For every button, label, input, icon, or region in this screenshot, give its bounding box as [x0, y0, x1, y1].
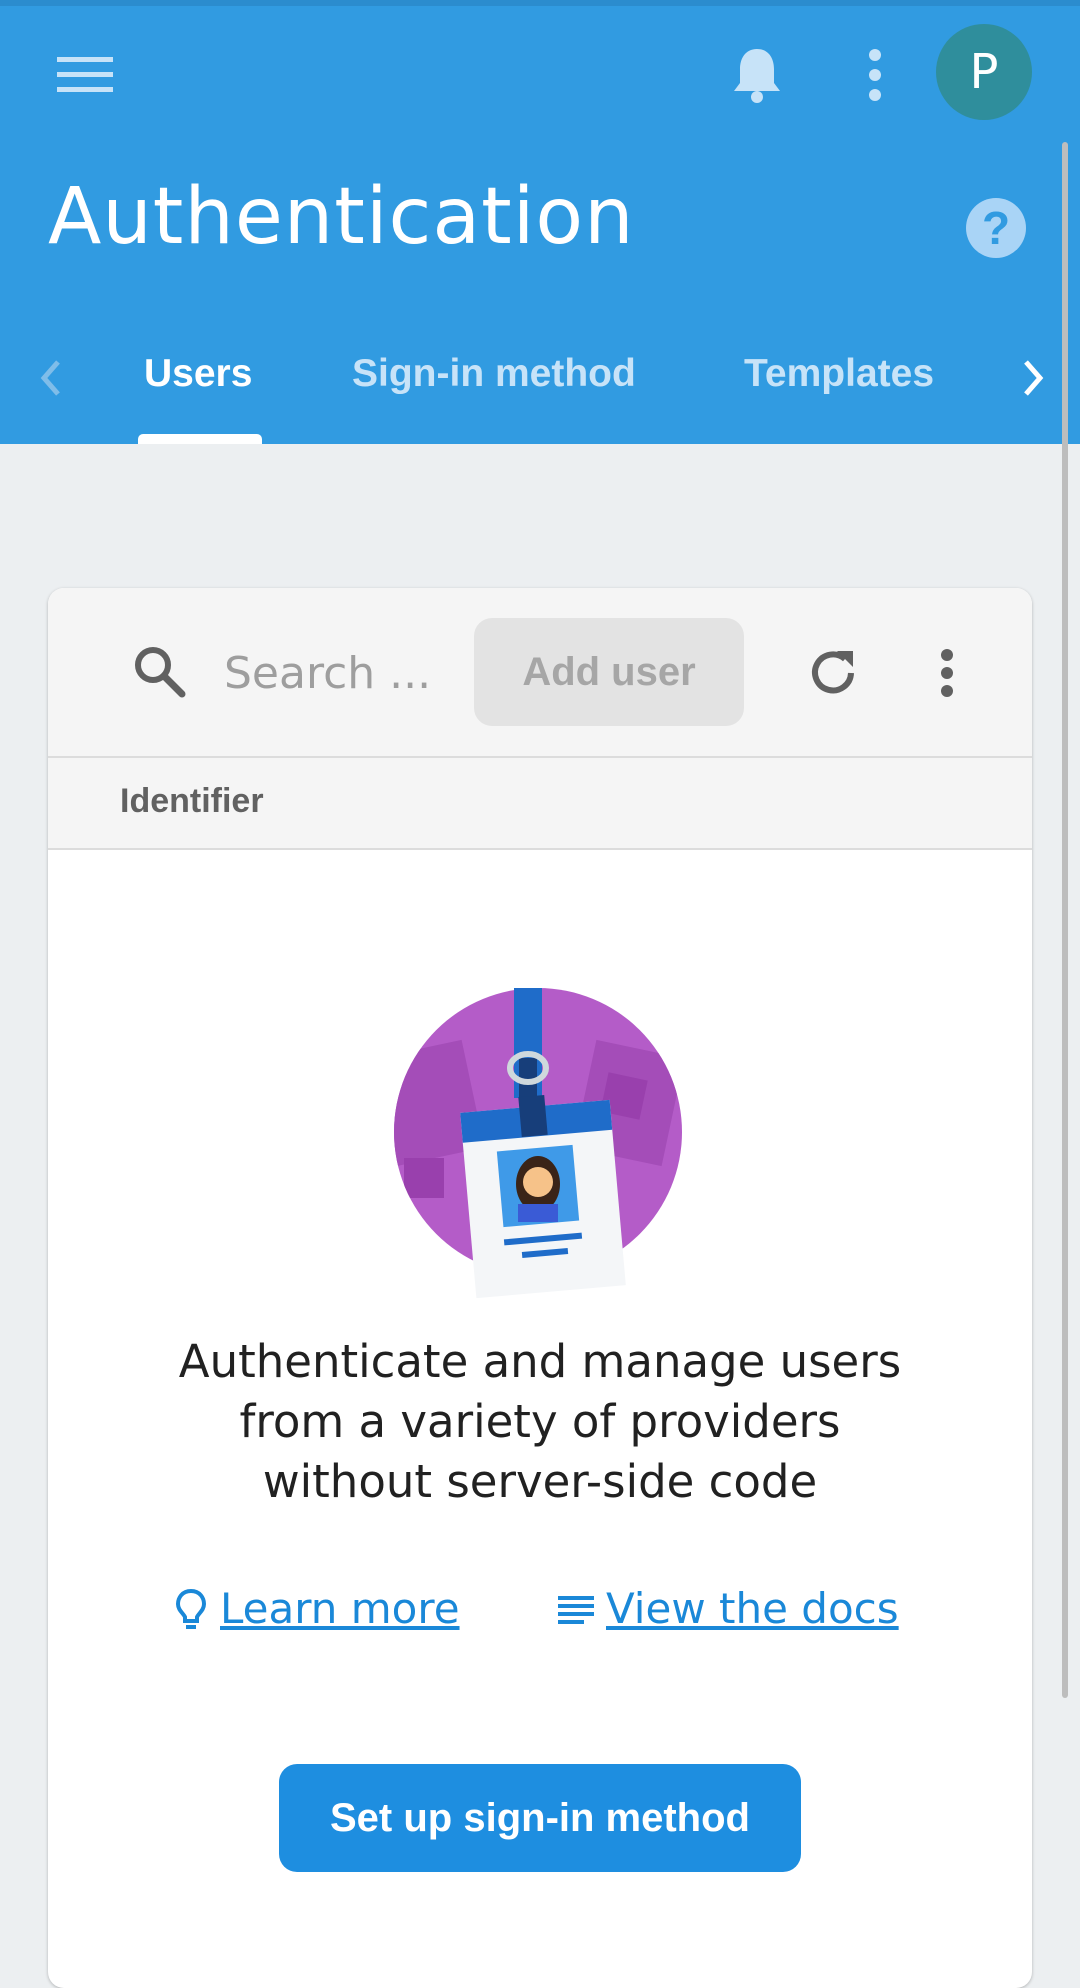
- table-header: Identifier: [48, 758, 1032, 850]
- more-options-button[interactable]: [830, 30, 920, 120]
- notifications-button[interactable]: [712, 30, 802, 120]
- refresh-button[interactable]: [788, 628, 878, 718]
- table-more-options-button[interactable]: [902, 628, 992, 718]
- bell-icon: [734, 49, 780, 103]
- tabs-scroll-left-button[interactable]: [20, 346, 80, 410]
- lightbulb-icon: [175, 1588, 207, 1629]
- more-vertical-icon: [941, 649, 953, 697]
- tabs-scroll-right-button[interactable]: [1004, 346, 1064, 410]
- set-up-sign-in-method-button[interactable]: Set up sign-in method: [279, 1764, 801, 1872]
- search-icon[interactable]: [124, 636, 194, 706]
- app-bar: P Authentication ? Users Sign-in method …: [0, 0, 1080, 444]
- tab-templates[interactable]: Templates: [744, 352, 934, 396]
- avatar[interactable]: P: [936, 24, 1032, 120]
- status-strip: [0, 0, 1080, 6]
- users-card: Add user Identifier: [48, 588, 1032, 1988]
- column-header-identifier[interactable]: Identifier: [120, 782, 264, 821]
- help-icon: ?: [981, 202, 1011, 254]
- chevron-left-icon: [40, 360, 60, 396]
- scrollbar[interactable]: [1062, 142, 1068, 1698]
- view-docs-label[interactable]: View the docs: [606, 1584, 899, 1633]
- tab-sign-in-method[interactable]: Sign-in method: [352, 352, 636, 396]
- refresh-icon: [812, 651, 854, 694]
- more-vertical-icon: [869, 49, 881, 101]
- view-docs-link[interactable]: View the docs: [558, 1584, 899, 1633]
- users-toolbar: Add user: [48, 588, 1032, 758]
- menu-button[interactable]: [40, 30, 130, 120]
- active-tab-indicator: [138, 434, 262, 444]
- id-badge-illustration: [394, 988, 682, 1299]
- empty-state-message: Authenticate and manage users from a var…: [178, 1335, 902, 1508]
- help-button[interactable]: ?: [966, 198, 1026, 258]
- page-title: Authentication: [48, 172, 635, 262]
- chevron-right-icon: [1024, 360, 1044, 396]
- learn-more-link[interactable]: Learn more: [174, 1584, 460, 1633]
- menu-icon: [57, 57, 113, 92]
- add-user-button[interactable]: Add user: [474, 618, 744, 726]
- learn-more-label[interactable]: Learn more: [220, 1584, 460, 1633]
- search-input[interactable]: [222, 640, 436, 706]
- tab-users[interactable]: Users: [144, 352, 252, 396]
- docs-lines-icon: [558, 1595, 594, 1624]
